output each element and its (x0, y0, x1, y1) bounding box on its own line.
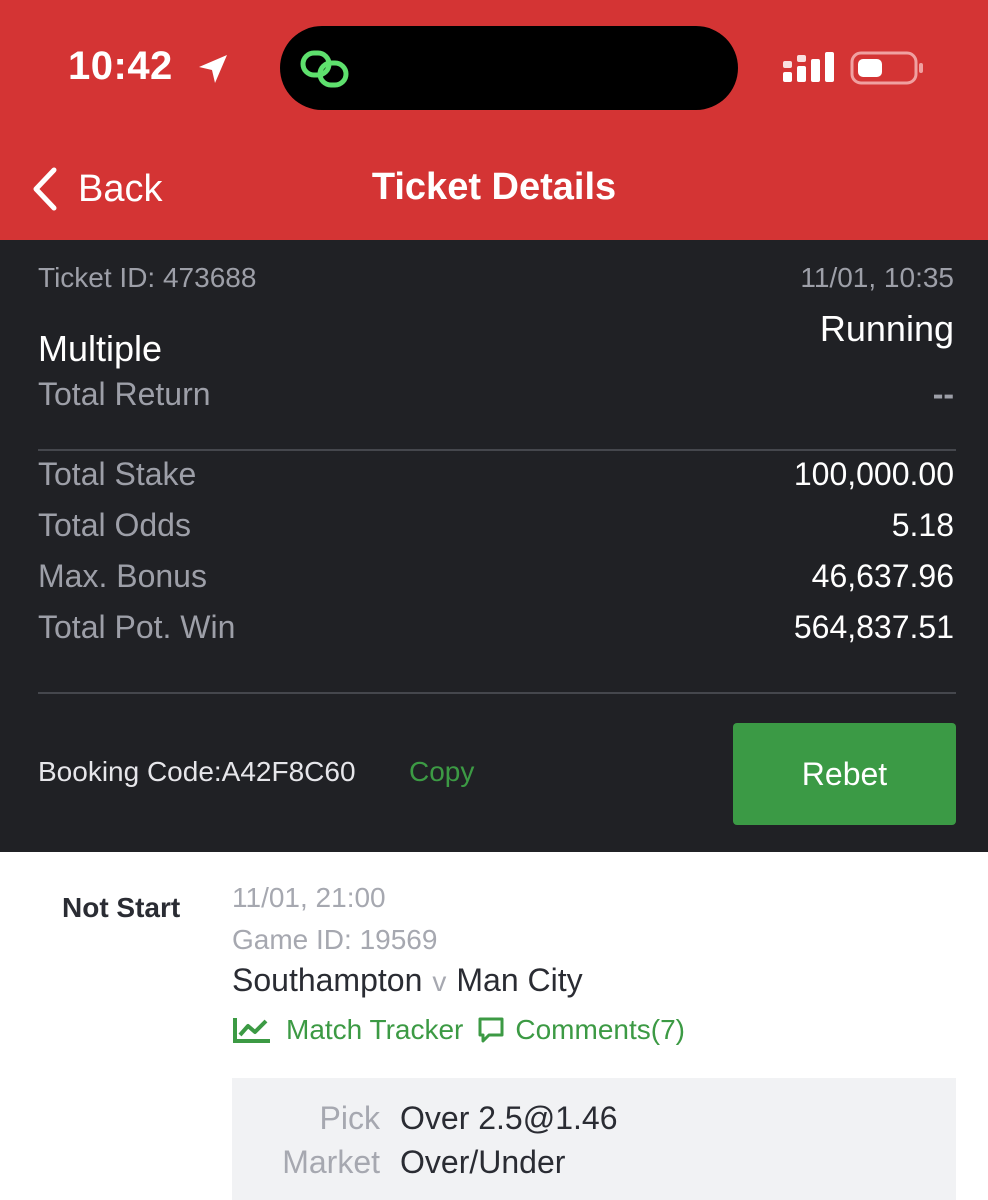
stat-label: Max. Bonus (38, 558, 207, 594)
match-tracker-label: Match Tracker (286, 1014, 464, 1045)
total-return-value: -- (932, 376, 954, 412)
stat-row-total-odds: Total Odds 5.18 (38, 507, 954, 547)
stat-row-total-pot-win: Total Pot. Win 564,837.51 (38, 609, 954, 649)
selection-status: Not Start (62, 892, 181, 923)
pick-row: Pick Over 2.5@1.46 (232, 1100, 956, 1140)
stat-row-max-bonus: Max. Bonus 46,637.96 (38, 558, 954, 598)
stat-label: Total Odds (38, 507, 191, 543)
stat-value: 46,637.96 (811, 558, 954, 594)
link-icon (300, 50, 349, 88)
booking-code: Booking Code:A42F8C60 (38, 756, 356, 787)
status-bar-time: 10:42 (68, 44, 173, 88)
pick-value: Over 2.5@1.46 (400, 1100, 618, 1136)
market-value: Over/Under (400, 1144, 566, 1180)
stat-row-total-stake: Total Stake 100,000.00 (38, 456, 954, 496)
match-tracker-link[interactable]: Match Tracker (232, 1014, 463, 1046)
home-team: Southampton (232, 962, 423, 998)
vs-label: v (432, 966, 447, 997)
bet-status: Running (819, 308, 954, 349)
pick-details: Pick Over 2.5@1.46 Market Over/Under (232, 1078, 956, 1200)
away-team: Man City (456, 962, 583, 998)
match-links: Match Tracker Comments(7) (232, 1012, 685, 1048)
ticket-id: Ticket ID: 473688 (38, 262, 257, 293)
stat-value: 564,837.51 (793, 609, 954, 645)
pick-label: Pick (319, 1100, 380, 1136)
comment-icon (478, 1017, 504, 1043)
chart-line-icon (233, 1018, 270, 1043)
stat-value: 100,000.00 (793, 456, 954, 492)
selection-card: Not Start 11/01, 21:00 Game ID: 19569 So… (0, 852, 988, 1200)
battery-icon (850, 51, 923, 85)
page-title: Ticket Details (371, 166, 617, 208)
game-id: Game ID: 19569 (232, 924, 438, 955)
copy-button[interactable]: Copy (409, 756, 474, 788)
match-title: Southampton v Man City (232, 962, 583, 999)
location-arrow-icon (199, 55, 227, 83)
ticket-summary: Ticket ID: 473688 11/01, 10:35 Multiple … (0, 240, 988, 852)
ticket-datetime: 11/01, 10:35 (800, 262, 954, 293)
divider (38, 449, 956, 451)
stat-value: 5.18 (891, 507, 954, 543)
signal-icon (783, 52, 834, 82)
header-bar: 10:42 Back Ticket Details (0, 0, 988, 240)
market-label: Market (282, 1144, 380, 1180)
total-return-label: Total Return (38, 376, 211, 412)
comments-link[interactable]: Comments(7) (463, 1014, 685, 1046)
bet-type: Multiple (38, 328, 163, 369)
comments-label: Comments(7) (515, 1014, 685, 1045)
divider (38, 692, 956, 694)
stat-label: Total Pot. Win (38, 609, 236, 645)
selection-datetime: 11/01, 21:00 (232, 882, 386, 913)
rebet-button[interactable]: Rebet (733, 723, 956, 825)
stat-label: Total Stake (38, 456, 197, 492)
market-row: Market Over/Under (232, 1144, 956, 1184)
